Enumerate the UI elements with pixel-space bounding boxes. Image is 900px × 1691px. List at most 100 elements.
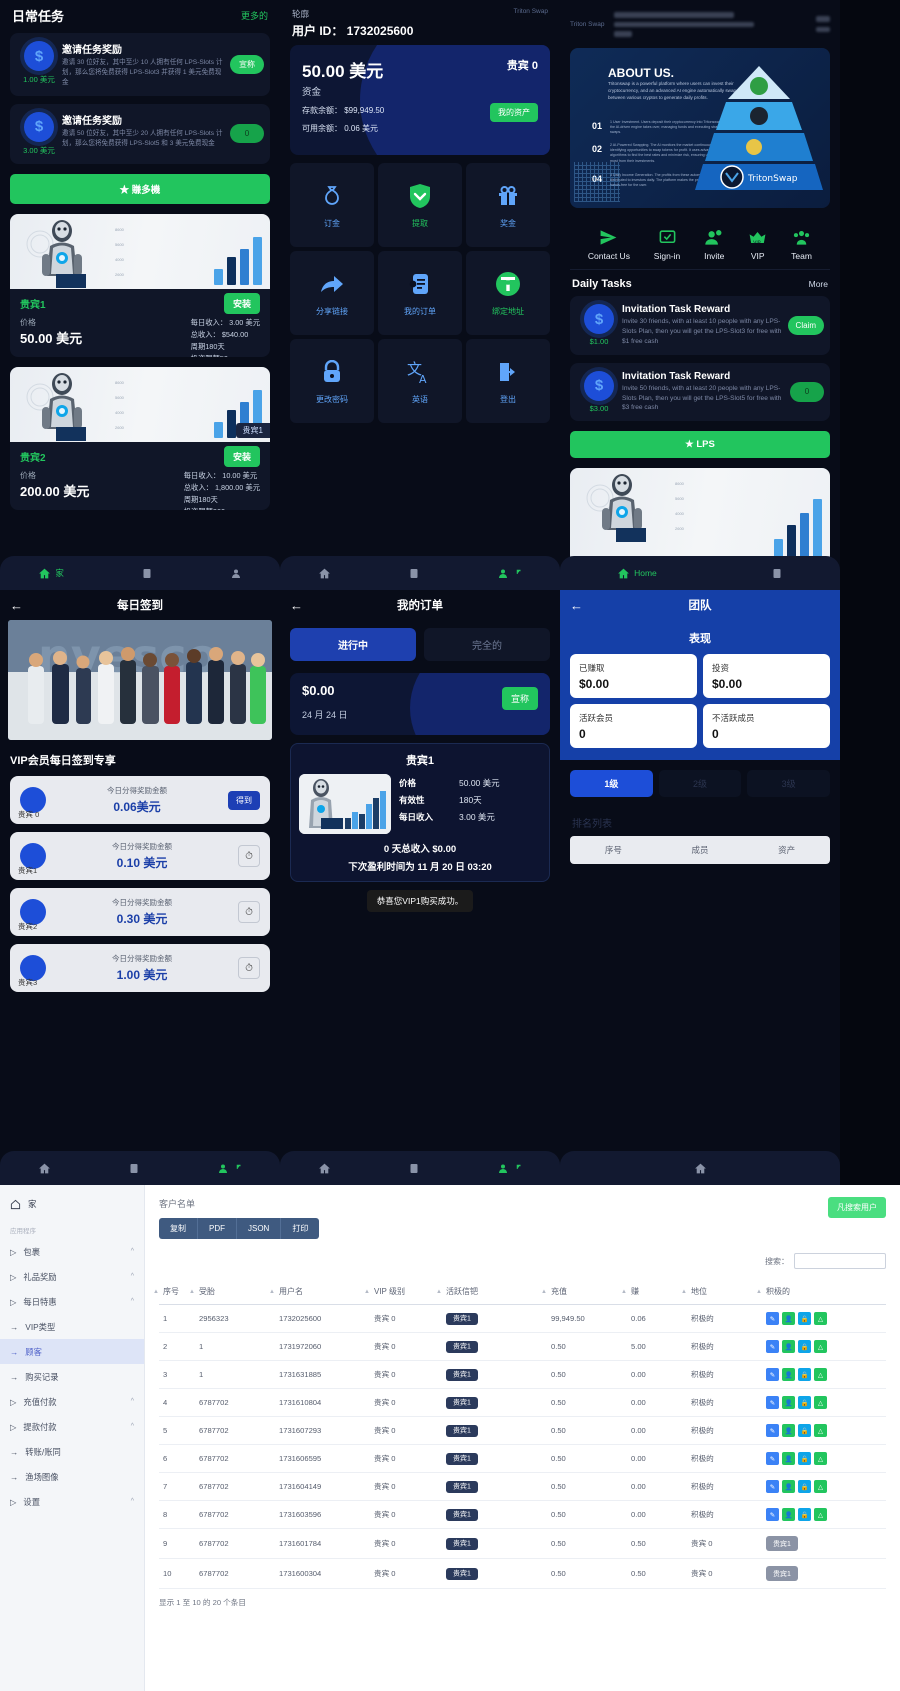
task-item[interactable]: $ $1.00 Invitation Task Reward Invite 30… <box>570 296 830 355</box>
tab-level-3[interactable]: 3级 <box>747 770 831 797</box>
quicknav-team[interactable]: Team <box>791 226 812 261</box>
lock-icon[interactable]: 🔒 <box>798 1396 811 1409</box>
sidebar-item-images[interactable]: → 渔场图像 <box>0 1464 144 1489</box>
lock-icon[interactable]: 🔒 <box>798 1368 811 1381</box>
pdf-button[interactable]: PDF <box>198 1218 237 1239</box>
tab-ongoing[interactable]: 进行中 <box>290 628 416 661</box>
table-row[interactable]: 8 6787702 1731603596 贵宾 0 贵宾1 0.50 0.00 积极的 ✎ 👤 🔒 △ <box>159 1500 886 1529</box>
warn-icon[interactable]: △ <box>814 1340 827 1353</box>
more-link[interactable]: More <box>809 279 828 289</box>
sidebar-item-packages[interactable]: ▷ 包裹 ^ <box>0 1239 144 1264</box>
warn-icon[interactable]: △ <box>814 1396 827 1409</box>
sidebar-item-recharge-payments[interactable]: ▷ 充值付款 ^ <box>0 1389 144 1414</box>
nav-orders[interactable] <box>141 567 153 580</box>
lock-icon[interactable]: 🔒 <box>798 1312 811 1325</box>
user-icon[interactable]: 👤 <box>782 1340 795 1353</box>
sidebar-item-withdraw-payments[interactable]: ▷ 提款付款 ^ <box>0 1414 144 1439</box>
claim-button[interactable]: Claim <box>787 315 824 335</box>
lock-icon[interactable]: 🔒 <box>798 1340 811 1353</box>
print-button[interactable]: 打印 <box>281 1218 320 1239</box>
edit-icon[interactable]: ✎ <box>766 1480 779 1493</box>
user-icon[interactable]: 👤 <box>782 1480 795 1493</box>
table-row[interactable]: 2 1 1731972060 贵宾 0 贵宾1 0.50 5.00 积极的 ✎ 👤 🔒 △ <box>159 1332 886 1361</box>
nav-home[interactable] <box>318 567 331 580</box>
col-recharge[interactable]: ▲ 充值 <box>541 1279 627 1305</box>
quicknav-vip[interactable]: VIP VIP <box>748 226 767 261</box>
tile-share-link[interactable]: 分享链接 <box>290 251 374 335</box>
vip-plan-card[interactable]: 8600 5600 4000 2600 贵宾1 安装 价格 50.00 美元 每日收入… <box>10 213 270 357</box>
nav-orders[interactable] <box>771 567 783 580</box>
my-assets-button[interactable]: 我的资产 <box>490 103 538 122</box>
json-button[interactable]: JSON <box>237 1218 282 1239</box>
sidebar-item-customers[interactable]: → 顾客 <box>0 1339 144 1364</box>
claim-button[interactable]: 宣称 <box>230 54 264 74</box>
warn-icon[interactable]: △ <box>814 1368 827 1381</box>
user-icon[interactable]: 👤 <box>782 1396 795 1409</box>
user-icon[interactable]: 👤 <box>782 1368 795 1381</box>
tab-completed[interactable]: 完全的 <box>424 628 550 661</box>
search-input[interactable] <box>794 1253 886 1269</box>
table-row[interactable]: 10 6787702 1731600304 贵宾 0 贵宾1 0.50 0.50 贵宾 0 贵宾… <box>159 1558 886 1589</box>
edit-icon[interactable]: ✎ <box>766 1424 779 1437</box>
claim-button[interactable]: 0 <box>230 124 264 144</box>
nav-home[interactable] <box>694 1162 707 1175</box>
nav-orders[interactable] <box>408 567 420 580</box>
sidebar-item-gift-rewards[interactable]: ▷ 礼品奖励 ^ <box>0 1264 144 1289</box>
warn-icon[interactable]: △ <box>814 1452 827 1465</box>
user-icon[interactable]: 👤 <box>782 1508 795 1521</box>
warn-icon[interactable]: △ <box>814 1480 827 1493</box>
vip-plan-card[interactable]: 8600 5600 4000 2600 贵宾1 贵宾2 安装 价格 200.00 美元… <box>10 366 270 510</box>
edit-icon[interactable]: ✎ <box>766 1340 779 1353</box>
get-button[interactable]: 得到 <box>228 790 260 810</box>
task-item[interactable]: $ $3.00 Invitation Task Reward Invite 50… <box>570 362 830 422</box>
clock-icon[interactable]: ⏱ <box>238 957 260 979</box>
more-link[interactable]: 更多的 <box>241 9 268 22</box>
table-row[interactable]: 7 6787702 1731604149 贵宾 0 贵宾1 0.50 0.00 积极的 ✎ 👤 🔒 △ <box>159 1472 886 1501</box>
claim-button[interactable]: 0 <box>790 382 824 402</box>
tile-language[interactable]: 文A 英语 <box>378 339 462 423</box>
warn-icon[interactable]: △ <box>814 1312 827 1325</box>
tile-bonus[interactable]: 奖金 <box>466 163 550 247</box>
col-ref[interactable]: ▲ 受胎 <box>189 1279 275 1305</box>
table-row[interactable]: 5 6787702 1731607293 贵宾 0 贵宾1 0.50 0.00 积极的 ✎ 👤 🔒 △ <box>159 1416 886 1445</box>
vip-plan-card[interactable]: 8600 5600 4000 2600 <box>570 468 830 564</box>
lps-button[interactable]: ★ LPS <box>570 431 830 459</box>
table-row[interactable]: 4 6787702 1731610804 贵宾 0 贵宾1 0.50 0.00 积极的 ✎ 👤 🔒 △ <box>159 1388 886 1417</box>
lock-icon[interactable]: 🔒 <box>798 1424 811 1437</box>
edit-icon[interactable]: ✎ <box>766 1452 779 1465</box>
tile-my-orders[interactable]: 我的订单 <box>378 251 462 335</box>
sidebar-item-settings[interactable]: ▷ 设置 ^ <box>0 1489 144 1514</box>
col-active-status[interactable]: ▲ 活跃信钯 <box>436 1279 547 1305</box>
install-button[interactable]: 安装 <box>223 445 260 467</box>
nav-profile[interactable] <box>497 1162 522 1175</box>
nav-profile[interactable] <box>497 567 522 580</box>
nav-home[interactable]: 家 <box>38 567 64 580</box>
quicknav-contact-us[interactable]: Contact Us <box>588 226 630 261</box>
edit-icon[interactable]: ✎ <box>766 1508 779 1521</box>
nav-home[interactable] <box>38 1162 51 1175</box>
col-earn[interactable]: ▲ 赚 <box>621 1279 687 1305</box>
warn-icon[interactable]: △ <box>814 1508 827 1521</box>
claim-button[interactable]: 宣称 <box>501 687 538 710</box>
col-vip-level[interactable]: ▲ VIP 级别 <box>364 1279 442 1305</box>
task-item[interactable]: $ 3.00 美元 邀请任务奖励 邀请 50 位好友，其中至少 20 人拥有任何… <box>10 103 270 164</box>
lock-icon[interactable]: 🔒 <box>798 1480 811 1493</box>
tile-bind-address[interactable]: 绑定地址 <box>466 251 550 335</box>
sidebar-item-purchase-records[interactable]: → 购买记录 <box>0 1364 144 1389</box>
lock-icon[interactable]: 🔒 <box>798 1508 811 1521</box>
tab-level-2[interactable]: 2级 <box>658 770 742 797</box>
nav-home[interactable] <box>318 1162 331 1175</box>
col-status[interactable]: ▲ 地位 <box>681 1279 762 1305</box>
tile-withdraw[interactable]: 提取 <box>378 163 462 247</box>
sidebar-item-home[interactable]: 家 <box>0 1191 144 1217</box>
table-row[interactable]: 1 2956323 1732025600 贵宾 0 贵宾1 99,949.50 0.06 积极… <box>159 1304 886 1333</box>
col-username[interactable]: ▲ 用户名 <box>269 1279 370 1305</box>
clock-icon[interactable]: ⏱ <box>238 901 260 923</box>
sidebar-item-transfers[interactable]: → 转账/账同 <box>0 1439 144 1464</box>
tile-logout[interactable]: 登出 <box>466 339 550 423</box>
earn-more-button[interactable]: ★ 賺多機 <box>10 173 270 204</box>
tile-deposit[interactable]: 订金 <box>290 163 374 247</box>
quicknav-sign-in[interactable]: Sign-in <box>654 226 680 261</box>
copy-button[interactable]: 复制 <box>159 1218 198 1239</box>
task-item[interactable]: $ 1.00 美元 邀请任务奖励 邀请 30 位好友，其中至少 10 人拥有任何… <box>10 33 270 96</box>
